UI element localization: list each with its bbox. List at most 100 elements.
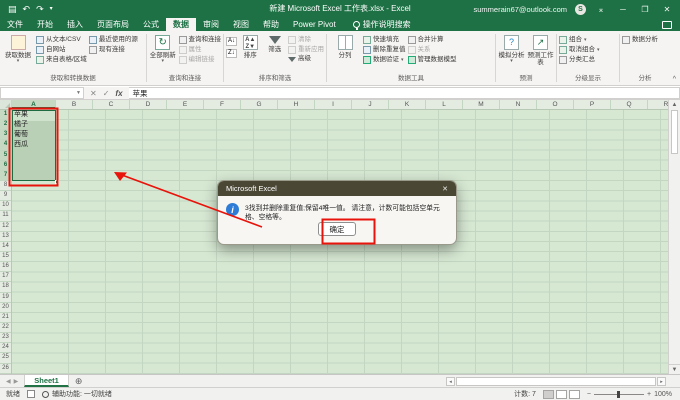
collapse-ribbon-icon[interactable]: ^ [673, 76, 676, 83]
tab-insert[interactable]: 插入 [60, 18, 90, 31]
row-header-11[interactable]: 11 [0, 211, 11, 221]
column-header-O[interactable]: O [537, 100, 574, 109]
from-table-range-button[interactable]: 来自表格/区域 [36, 56, 87, 64]
row-header-23[interactable]: 23 [0, 333, 11, 343]
tab-power-pivot[interactable]: Power Pivot [286, 18, 343, 31]
row-header-5[interactable]: 5 [0, 151, 11, 161]
get-data-button[interactable]: 获取数据▾ [2, 34, 34, 65]
tab-file[interactable]: 文件 [0, 18, 30, 31]
cell-A4[interactable]: 西瓜 [12, 140, 56, 150]
vscroll-thumb[interactable] [671, 110, 678, 154]
fill-handle[interactable] [55, 180, 59, 184]
page-layout-view-icon[interactable] [556, 390, 567, 399]
qat-dropdown-icon[interactable]: ▾ [50, 6, 53, 12]
column-header-J[interactable]: J [352, 100, 389, 109]
vertical-scrollbar[interactable]: ▲ ▼ [668, 100, 680, 374]
row-header-2[interactable]: 2 [0, 120, 11, 130]
sheet-nav-left-icon[interactable]: ◀ [6, 378, 11, 385]
cell-A2[interactable]: 橘子 [12, 120, 56, 130]
row-header-7[interactable]: 7 [0, 171, 11, 181]
column-header-R[interactable]: R [648, 100, 668, 109]
row-header-8[interactable]: 8 [0, 181, 11, 191]
sort-descending-button[interactable]: Z↓ [226, 49, 237, 58]
new-sheet-icon[interactable]: ⊕ [69, 375, 89, 387]
row-header-14[interactable]: 14 [0, 242, 11, 252]
sheet-nav-right-icon[interactable]: ▶ [14, 378, 19, 385]
macro-record-icon[interactable] [27, 390, 35, 398]
column-header-A[interactable]: A [12, 100, 56, 109]
sort-ascending-button[interactable]: A↓ [226, 37, 237, 46]
row-header-25[interactable]: 25 [0, 353, 11, 363]
text-to-columns-button[interactable]: 分列 [329, 34, 361, 59]
row-header-17[interactable]: 17 [0, 272, 11, 282]
name-box[interactable]: ▼ [0, 87, 84, 99]
column-header-D[interactable]: D [130, 100, 167, 109]
undo-icon[interactable]: ↶ [23, 5, 31, 14]
column-headers[interactable]: ABCDEFGHIJKLMNOPQR [0, 100, 668, 110]
what-if-analysis-button[interactable]: ? 模拟分析▾ [498, 34, 525, 65]
zoom-slider[interactable] [594, 394, 644, 395]
column-header-H[interactable]: H [278, 100, 315, 109]
data-analysis-button[interactable]: 数据分析 [622, 36, 658, 44]
scroll-left-icon[interactable]: ◂ [446, 377, 455, 386]
tab-review[interactable]: 审阅 [196, 18, 226, 31]
column-header-Q[interactable]: Q [611, 100, 648, 109]
advanced-filter-button[interactable]: 高级 [288, 56, 324, 63]
dialog-title-bar[interactable]: Microsoft Excel ✕ [218, 181, 456, 196]
remove-duplicates-button[interactable]: 删除重复值 [363, 46, 406, 54]
row-header-26[interactable]: 26 [0, 364, 11, 374]
column-header-I[interactable]: I [315, 100, 352, 109]
cell-A1[interactable]: 苹果 [12, 110, 56, 120]
column-header-P[interactable]: P [574, 100, 611, 109]
row-header-13[interactable]: 13 [0, 232, 11, 242]
column-header-C[interactable]: C [93, 100, 130, 109]
forecast-sheet-button[interactable]: ↗ 预测工作表 [527, 34, 554, 67]
horizontal-scrollbar[interactable]: ◂ ▸ [446, 375, 680, 387]
enter-icon[interactable]: ✓ [103, 89, 110, 98]
row-header-1[interactable]: 1 [0, 110, 11, 120]
hscroll-thumb[interactable] [456, 377, 656, 386]
column-header-M[interactable]: M [463, 100, 500, 109]
page-break-view-icon[interactable] [569, 390, 580, 399]
ok-button[interactable]: 确定 [318, 222, 356, 236]
zoom-out-icon[interactable]: − [587, 391, 591, 398]
column-header-E[interactable]: E [167, 100, 204, 109]
column-header-N[interactable]: N [500, 100, 537, 109]
row-header-3[interactable]: 3 [0, 130, 11, 140]
row-header-24[interactable]: 24 [0, 343, 11, 353]
insert-function-icon[interactable]: fx [115, 89, 122, 98]
column-header-K[interactable]: K [389, 100, 426, 109]
avatar[interactable]: S [575, 4, 586, 15]
ungroup-button[interactable]: 取消组合▾ [559, 46, 600, 54]
zoom-level[interactable]: 100% [654, 391, 672, 398]
row-header-10[interactable]: 10 [0, 201, 11, 211]
cancel-icon[interactable]: ✕ [90, 89, 97, 98]
queries-connections-button[interactable]: 查询和连接 [179, 36, 222, 44]
row-header-21[interactable]: 21 [0, 313, 11, 323]
normal-view-icon[interactable] [543, 390, 554, 399]
row-header-18[interactable]: 18 [0, 282, 11, 292]
account-email[interactable]: summerain67@outlook.com [474, 5, 568, 14]
tab-data[interactable]: 数据 [166, 18, 196, 31]
row-header-6[interactable]: 6 [0, 161, 11, 171]
tab-formulas[interactable]: 公式 [136, 18, 166, 31]
tab-page-layout[interactable]: 页面布局 [90, 18, 136, 31]
comments-icon[interactable] [662, 21, 672, 29]
manage-data-model-button[interactable]: 管理数据模型 [408, 56, 457, 64]
dialog-close-icon[interactable]: ✕ [442, 185, 448, 193]
existing-connections-button[interactable]: 现有连接 [89, 46, 138, 54]
row-header-16[interactable]: 16 [0, 262, 11, 272]
flash-fill-button[interactable]: 快速填充 [363, 36, 406, 44]
tell-me-search[interactable]: 操作说明搜索 [353, 18, 411, 31]
row-header-12[interactable]: 12 [0, 222, 11, 232]
scroll-right-icon[interactable]: ▸ [657, 377, 666, 386]
restore-button[interactable]: ❐ [638, 5, 652, 14]
save-icon[interactable]: ▤ [8, 5, 17, 14]
tab-view[interactable]: 视图 [226, 18, 256, 31]
zoom-in-icon[interactable]: + [647, 391, 651, 398]
column-header-L[interactable]: L [426, 100, 463, 109]
tab-help[interactable]: 帮助 [256, 18, 286, 31]
subtotal-button[interactable]: 分类汇总 [559, 56, 600, 64]
sort-button[interactable]: A▲Z▼ 排序 [239, 34, 261, 59]
from-web-button[interactable]: 自网站 [36, 46, 87, 54]
